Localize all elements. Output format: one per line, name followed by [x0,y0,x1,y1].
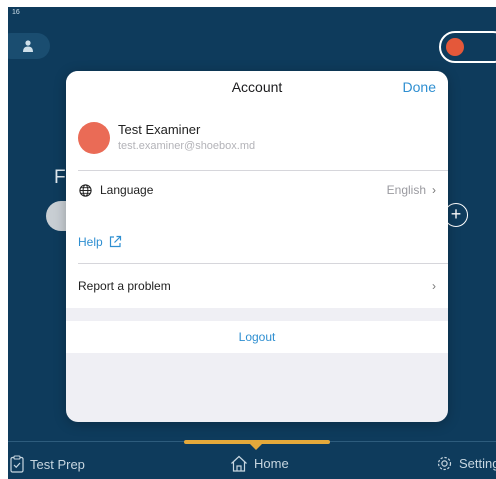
record-toggle[interactable] [439,31,496,63]
gear-icon [437,456,452,471]
help-section: Help Report a problem › [66,220,448,308]
logout-button[interactable]: Logout [66,321,448,353]
help-label: Help [78,234,103,249]
profile-email: test.examiner@shoebox.md [118,140,256,152]
report-problem-row[interactable]: Report a problem › [66,264,448,308]
modal-header: Account Done [66,71,448,103]
language-value-group: English › [387,183,436,197]
person-icon [23,40,33,52]
globe-icon [79,183,92,197]
chevron-right-icon: › [432,183,436,197]
language-value: English [386,183,426,197]
nav-label-settings: Settings [459,456,496,471]
done-button[interactable]: Done [403,79,436,95]
external-link-icon [109,235,121,248]
help-link[interactable]: Help [66,220,448,263]
background-heading: F [54,167,66,188]
language-row[interactable]: Language English › [66,171,448,209]
account-modal: Account Done Test Examiner test.examiner… [66,71,448,422]
report-chevron-group: › [426,279,436,293]
clipboard-check-icon [10,455,24,473]
profile-name: Test Examiner [118,122,201,137]
report-problem-label: Report a problem [78,279,171,293]
active-tab-caret [250,444,262,450]
nav-label-test-prep: Test Prep [30,456,85,472]
user-menu-button[interactable] [8,33,50,59]
chevron-right-icon: › [432,279,436,293]
home-icon [231,455,247,472]
nav-item-home[interactable]: Home [230,455,289,472]
nav-label-home: Home [254,456,289,471]
modal-title: Account [231,79,283,95]
logout-section: Logout [66,321,448,353]
nav-item-settings[interactable]: Settings [436,455,496,472]
language-label: Language [100,183,154,197]
avatar [78,122,110,154]
record-indicator [446,38,464,56]
status-time: 16 [12,9,20,16]
nav-item-test-prep[interactable]: Test Prep [10,455,85,473]
